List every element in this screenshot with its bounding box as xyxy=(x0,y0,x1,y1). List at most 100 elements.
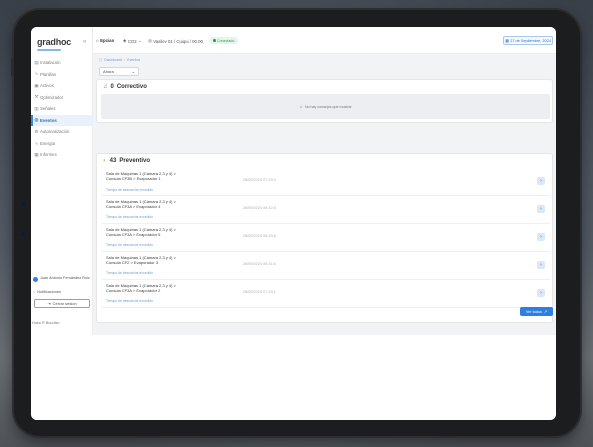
event-title: Sala de Maquinas 1 (Cámara 2,3 y 4) > Co… xyxy=(106,227,176,237)
gear-icon: ⚙ xyxy=(34,128,39,134)
user-name: Juan Antonio Fernández Ruiz xyxy=(40,276,90,280)
sidebar-item-label: Automatización xyxy=(40,129,70,135)
correctivo-header: ♫ 0 Correctivo xyxy=(103,84,147,90)
event-title: Sala de Maquinas 1 (Cámara 2,3 y 4) > Co… xyxy=(106,283,176,293)
chevron-down-icon: ⌄ xyxy=(131,69,135,74)
sidebar-item-label: Activos xyxy=(40,83,54,89)
event-row[interactable]: Sala de Maquinas 1 (Cámara 2,3 y 4) > Co… xyxy=(101,252,550,280)
event-subtitle: Tiempo de descarche excedido xyxy=(106,188,153,192)
bell-alert-icon: ♫ xyxy=(103,84,108,90)
chevron-right-icon: › xyxy=(540,178,542,184)
alert-icon: ◎ xyxy=(34,117,39,123)
logout-icon: ⇥ xyxy=(47,301,51,306)
sidebar-item-energia[interactable]: ϟ Energía xyxy=(31,138,93,150)
logout-label: Cerrar sesión xyxy=(52,301,77,306)
address-info: ◎ Vasilev 01 / Cuiqui / 00.00 xyxy=(148,38,203,44)
event-subtitle: Tiempo de descarche excedido xyxy=(106,271,153,275)
tablet-screen: gradhoc « ▤ Instalación ∿ Planillas ▣ Activ… xyxy=(31,27,556,420)
project-selector[interactable]: ⌂ Epcian xyxy=(96,38,114,43)
chevron-right-icon: › xyxy=(540,206,542,212)
breadcrumb-dashboard[interactable]: Dashboard xyxy=(104,58,122,62)
app-window: gradhoc « ▤ Instalación ∿ Planillas ▣ Activ… xyxy=(31,27,556,335)
sidebar-item-label: Instalación xyxy=(40,60,61,66)
chevron-right-icon: › xyxy=(540,290,542,296)
correctivo-title: Correctivo xyxy=(116,84,147,90)
location-icon: ◎ xyxy=(148,38,152,43)
clock-icon: ◐ xyxy=(103,158,107,164)
sidebar-item-instalacion[interactable]: ▤ Instalación xyxy=(31,57,93,69)
chevron-right-icon: › xyxy=(540,262,542,268)
time-filter-value: Ahora xyxy=(103,69,114,74)
user-profile[interactable]: Juan Antonio Fernández Ruiz xyxy=(33,276,91,282)
blank-area xyxy=(31,335,556,420)
box-icon: ▣ xyxy=(34,82,39,88)
date-label: 27 de Septiembre, 2024 xyxy=(510,38,551,43)
event-date: 28/09/2024 06:33:6 xyxy=(243,234,276,238)
event-date: 28/09/2024 06:42:5 xyxy=(243,206,276,210)
sidebar-item-label: Eventos xyxy=(40,117,57,123)
calendar-icon: ▦ xyxy=(505,39,509,43)
open-event-button[interactable]: › xyxy=(537,233,545,241)
arrow-icon: ↗ xyxy=(543,310,548,314)
smile-icon: ☺ xyxy=(299,104,303,109)
wrench-icon: ⚒ xyxy=(34,94,39,100)
event-row[interactable]: Sala de Maquinas 1 (Cámara 2,3 y 4) > Co… xyxy=(101,280,550,308)
sidebar-item-label: Planillas xyxy=(40,71,57,77)
view-all-button[interactable]: Ver todos ↗ xyxy=(520,307,553,316)
event-title: Sala de Maquinas 1 (Cámara 2,3 y 4) > Co… xyxy=(106,171,176,181)
sidebar-item-eventos[interactable]: ◎ Eventos xyxy=(31,114,93,126)
pulse-icon: ∿ xyxy=(34,71,39,77)
footer-note: Hoko ® Bourilso xyxy=(32,321,60,325)
preventivo-header: ◐ 43 Preventivo xyxy=(103,158,150,164)
event-date: 28/09/2024 07:19:1 xyxy=(243,290,276,294)
bell-icon: ◌ xyxy=(33,290,36,294)
event-row[interactable]: Sala de Maquinas 1 (Cámara 2,3 y 4) > Co… xyxy=(101,196,550,224)
time-filter-select[interactable]: Ahora ⌄ xyxy=(99,67,139,76)
event-date: 28/09/2024 07:29:3 xyxy=(243,178,276,182)
open-event-button[interactable]: › xyxy=(537,177,545,185)
notifications-label: Notificaciones xyxy=(37,290,61,294)
chart-icon: ▤ xyxy=(34,59,39,65)
sidebar-item-optimizador[interactable]: ⚒ Optimizador xyxy=(31,92,93,104)
main-content: ▢ Dashboard › Eventos Ahora ⌄ ♫ 0 Correct… xyxy=(93,54,556,335)
app-logo: gradhoc xyxy=(37,37,72,47)
empty-message: No hay consejos que mostrar xyxy=(304,104,352,109)
sidebar-item-automatizacion[interactable]: ⚙ Automatización xyxy=(31,126,93,138)
site-name: CO2 xyxy=(127,38,137,44)
site-selector[interactable]: ◈ CO2 ⌄ xyxy=(123,38,142,44)
open-event-button[interactable]: › xyxy=(537,289,545,297)
event-date: 28/09/2024 06:31:6 xyxy=(243,262,276,266)
camera-dot xyxy=(21,202,25,206)
breadcrumb-separator: › xyxy=(124,58,126,62)
project-name: Epcian xyxy=(100,38,115,43)
sidebar-item-informes[interactable]: ▦ Informes xyxy=(31,149,93,161)
sidebar-item-senales[interactable]: ▥ Señales xyxy=(31,103,93,115)
breadcrumb-eventos[interactable]: Eventos xyxy=(127,58,140,62)
date-picker[interactable]: ▦ 27 de Septiembre, 2024 xyxy=(503,36,553,45)
site-icon: ◈ xyxy=(123,38,127,43)
sidebar-item-label: Optimizador xyxy=(40,94,64,100)
chevron-right-icon: › xyxy=(540,234,542,240)
top-bar: ⌂ Epcian ◈ CO2 ⌄ ◎ Vasilev 01 / Cuiqui / 00.… xyxy=(93,27,556,54)
logout-button[interactable]: ⇥ Cerrar sesión xyxy=(34,299,90,308)
open-event-button[interactable]: › xyxy=(537,261,545,269)
logo-swoosh xyxy=(37,49,61,51)
correctivo-count: 0 xyxy=(110,84,114,90)
sidebar-item-planillas[interactable]: ∿ Planillas xyxy=(31,69,93,81)
pin-icon: ⌂ xyxy=(96,38,99,43)
sidebar-item-label: Energía xyxy=(40,140,56,146)
collapse-sidebar-button[interactable]: « xyxy=(83,39,86,45)
notifications-link[interactable]: ◌ Notificaciones xyxy=(33,290,61,294)
status-label: Conectado xyxy=(217,38,235,43)
home-icon: ▢ xyxy=(99,58,103,62)
sidebar-item-activos[interactable]: ▣ Activos xyxy=(31,80,93,92)
open-event-button[interactable]: › xyxy=(537,205,545,213)
preventivo-count: 43 xyxy=(109,158,117,164)
event-title: Sala de Maquinas 1 (Cámara 2,3 y 4) > Co… xyxy=(106,199,176,209)
breadcrumb: ▢ Dashboard › Eventos xyxy=(99,58,140,62)
event-row[interactable]: Sala de Maquinas 1 (Cámara 2,3 y 4) > Co… xyxy=(101,168,550,196)
sidebar: gradhoc « ▤ Instalación ∿ Planillas ▣ Activ… xyxy=(31,27,93,335)
preventivo-title: Preventivo xyxy=(119,158,150,164)
event-row[interactable]: Sala de Maquinas 1 (Cámara 2,3 y 4) > Co… xyxy=(101,224,550,252)
event-subtitle: Tiempo de descarche excedido xyxy=(106,243,153,247)
